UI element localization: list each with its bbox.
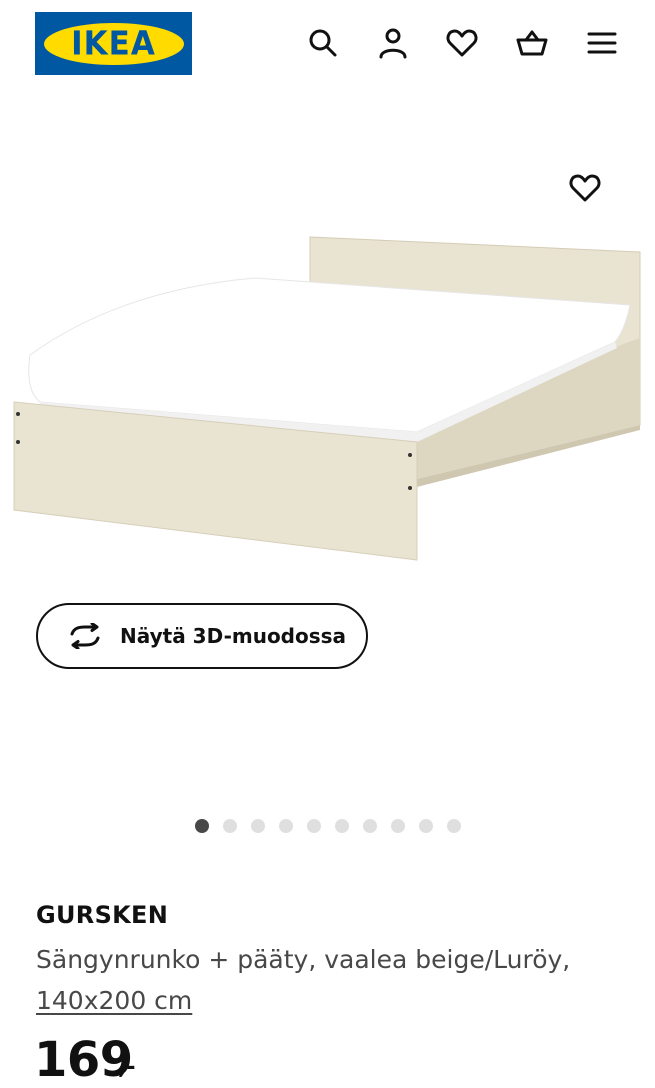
logo-oval: IKEA — [43, 22, 184, 65]
carousel-dot[interactable] — [391, 819, 405, 833]
menu-icon[interactable] — [584, 25, 620, 61]
view-3d-label: Näytä 3D-muodossa — [120, 624, 347, 648]
carousel-dot[interactable] — [419, 819, 433, 833]
price-suffix: ,- — [118, 1055, 136, 1080]
view-3d-button[interactable]: Näytä 3D-muodossa — [36, 603, 368, 669]
favorite-button[interactable] — [565, 168, 605, 208]
heart-icon — [569, 174, 601, 202]
ikea-logo[interactable]: IKEA — [35, 12, 192, 75]
site-header: IKEA — [0, 0, 655, 90]
carousel-dot[interactable] — [363, 819, 377, 833]
carousel-dot[interactable] — [447, 819, 461, 833]
search-icon[interactable] — [305, 25, 341, 61]
basket-icon[interactable] — [514, 25, 550, 61]
carousel-dot[interactable] — [279, 819, 293, 833]
carousel-dot[interactable] — [223, 819, 237, 833]
product-description: Sängynrunko + pääty, vaalea beige/Luröy, — [36, 945, 571, 974]
product-name: GURSKEN — [36, 901, 169, 929]
product-image[interactable] — [0, 90, 655, 790]
carousel-dot[interactable] — [307, 819, 321, 833]
heart-icon[interactable] — [444, 25, 480, 61]
rotate-icon — [66, 622, 104, 650]
carousel-dot[interactable] — [251, 819, 265, 833]
carousel-dot[interactable] — [335, 819, 349, 833]
logo-text: IKEA — [71, 24, 156, 63]
carousel-dot[interactable] — [195, 819, 209, 833]
image-carousel-indicator — [195, 819, 461, 833]
profile-icon[interactable] — [375, 25, 411, 61]
product-size-link[interactable]: 140x200 cm — [36, 986, 192, 1015]
